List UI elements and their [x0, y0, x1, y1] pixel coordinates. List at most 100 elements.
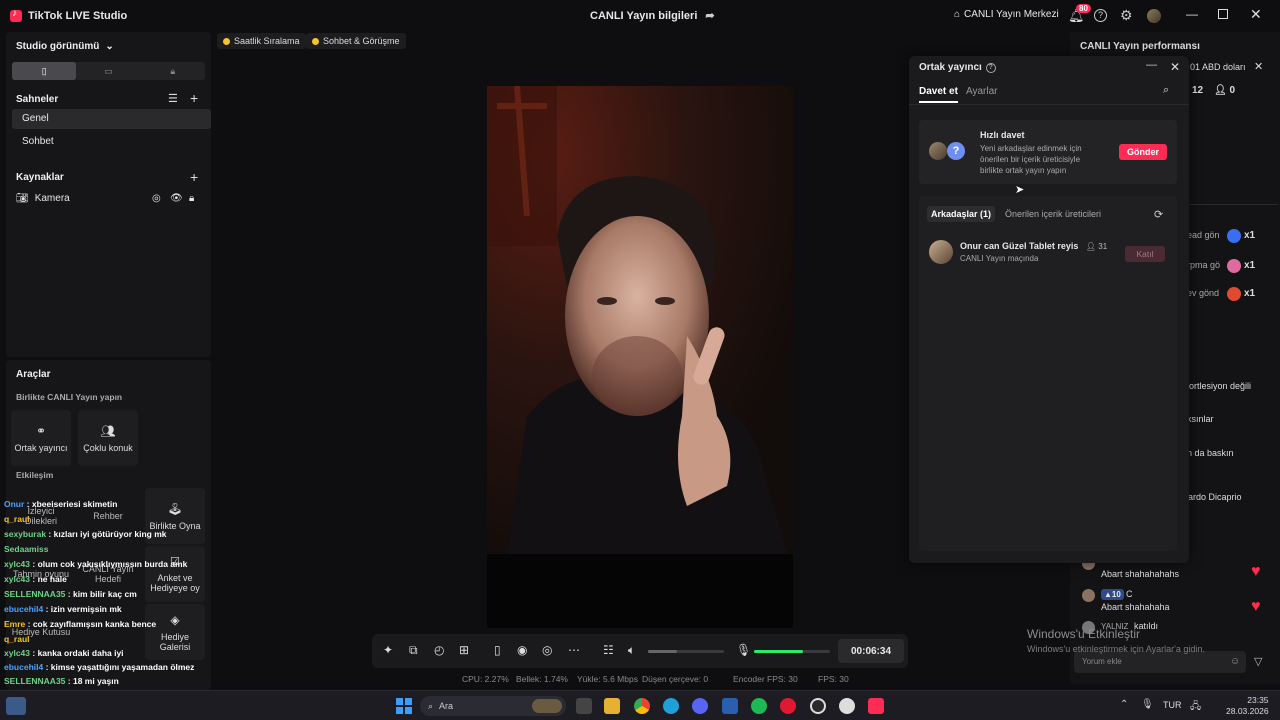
weather-icon[interactable] — [6, 697, 26, 715]
windows-start-icon[interactable] — [396, 698, 412, 714]
edge-icon[interactable] — [663, 698, 679, 714]
source-label: Kamera — [34, 193, 70, 204]
chat-username[interactable]: SELLENNAA35 — [4, 589, 65, 599]
file-explorer-icon[interactable] — [604, 698, 620, 714]
cohost-tool-button[interactable]: ⚭ Ortak yayıncı — [11, 410, 71, 466]
network-icon[interactable]: 🖧︎ — [1190, 699, 1201, 716]
search-icon[interactable]: ⌕ — [1163, 84, 1169, 97]
taskbar-search-placeholder: Ara — [439, 701, 454, 711]
close-perf-icon[interactable]: ✕ — [1254, 60, 1263, 73]
add-source-icon[interactable]: + — [190, 169, 198, 185]
live-info-button[interactable]: CANLI Yayın bilgileri ➦ — [590, 9, 715, 23]
close-dialog-icon[interactable]: ✕ — [1170, 60, 1180, 74]
list-icon[interactable]: ☰ — [168, 92, 178, 105]
chat-username[interactable]: xylc43 — [4, 574, 30, 584]
mic-slider[interactable] — [754, 650, 830, 653]
tab-friends[interactable]: Arkadaşlar (1) — [927, 206, 996, 222]
info-icon[interactable]: ? — [985, 62, 996, 73]
microphone-tray-icon[interactable]: 🎙︎ — [1141, 699, 1154, 710]
lock-icon[interactable]: 🔒︎ — [189, 193, 194, 204]
memory-stat: Bellek: 1.74% — [516, 674, 568, 684]
chevron-up-icon[interactable]: ⌃ — [1120, 699, 1128, 710]
chat-username[interactable]: ebucehil4 — [4, 604, 43, 614]
chat-username[interactable]: SELLENNAA35 — [4, 676, 65, 686]
taskbar-search[interactable]: ⌕ Ara — [420, 696, 566, 716]
tiktok-live-studio-icon[interactable] — [868, 698, 884, 714]
minimize-dialog-icon[interactable]: — — [1146, 59, 1157, 71]
portrait-view-tab[interactable]: ▯ — [12, 62, 77, 80]
screenshot-icon[interactable]: ◎ — [542, 643, 552, 657]
beauty-icon[interactable]: ◴ — [434, 643, 444, 657]
multi-guest-tool-button[interactable]: 👥︎ Çoklu konuk — [78, 410, 138, 466]
task-view-icon[interactable] — [576, 698, 592, 714]
settings-gear-icon[interactable]: ⚙ — [1120, 7, 1133, 24]
microphone-icon[interactable]: 🎙︎ — [736, 643, 751, 657]
chat-username[interactable]: xylc43 — [4, 559, 30, 569]
live-center-button[interactable]: ⌂ CANLI Yayın Merkezi — [954, 9, 1059, 20]
locked-view-tab[interactable]: 🔒︎ — [141, 62, 205, 80]
home-icon: ⌂ — [954, 9, 961, 20]
chat-message: Abart shahahaha — [1101, 602, 1170, 612]
maximize-icon[interactable] — [1218, 9, 1228, 19]
record-icon[interactable]: ◉ — [517, 643, 527, 657]
close-window-icon[interactable]: ✕ — [1250, 6, 1262, 23]
opera-icon[interactable] — [780, 698, 796, 714]
ranking-icon — [223, 37, 230, 45]
chat-username[interactable]: sexyburak — [4, 529, 46, 539]
studio-view-dropdown[interactable]: Studio görünümü ⌄ — [16, 41, 114, 52]
chat-username[interactable]: ebucehil4 — [4, 662, 43, 672]
chat-username[interactable]: xylc43 — [4, 648, 30, 658]
more-icon[interactable]: ⋯ — [568, 643, 580, 657]
emoji-icon[interactable]: ☺ — [1230, 656, 1240, 667]
refresh-icon[interactable]: ⟳ — [1154, 208, 1163, 221]
tab-settings[interactable]: Ayarlar — [966, 86, 998, 97]
help-icon[interactable]: ? — [1094, 9, 1107, 22]
avatar[interactable] — [1147, 9, 1161, 23]
scenes-title: Sahneler — [16, 94, 59, 105]
eye-icon[interactable]: 👁︎ — [170, 193, 183, 204]
spotify-icon[interactable] — [751, 698, 767, 714]
filter-icon[interactable]: ▽ — [1254, 655, 1262, 668]
chat-call-chip[interactable]: Sohbet & Görüşme — [306, 33, 406, 49]
scene-item-genel[interactable]: Genel — [12, 109, 211, 129]
chat-username[interactable]: q_raul — [4, 514, 30, 524]
scene-item-sohbet[interactable]: Sohbet — [12, 132, 211, 152]
add-scene-icon[interactable]: + — [190, 90, 198, 106]
join-button[interactable]: Katıl — [1125, 246, 1165, 262]
chat-separator: : — [30, 574, 38, 584]
volume-slider[interactable] — [648, 650, 724, 653]
avatar — [929, 142, 947, 160]
search-icon: ⌕ — [428, 700, 434, 711]
source-item-camera[interactable]: 📷︎ Kamera — [16, 193, 70, 204]
clock[interactable]: 23:35 28.03.2026 — [1226, 695, 1269, 717]
hourly-ranking-chip[interactable]: Saatlik Sıralama — [217, 33, 306, 49]
chat-username[interactable]: q_raul — [4, 634, 30, 644]
search-highlight-icon — [532, 699, 562, 713]
xbox-icon[interactable] — [810, 698, 826, 714]
chat-username[interactable]: Sedaamiss — [4, 544, 48, 554]
effects-icon[interactable]: ⧉ — [409, 643, 418, 658]
app-icon[interactable] — [722, 698, 738, 714]
chat-username[interactable]: Emre — [4, 619, 25, 629]
comment-input[interactable]: Yorum ekle — [1074, 651, 1246, 673]
gift-gallery-tool[interactable]: ◈ Hediye Galerisi — [145, 604, 205, 660]
language-indicator[interactable]: TUR — [1163, 700, 1182, 710]
minimize-icon[interactable]: — — [1186, 7, 1198, 21]
landscape-view-tab[interactable]: ▭ — [76, 62, 140, 80]
magic-wand-icon[interactable]: ✦ — [383, 643, 393, 657]
speaker-icon[interactable]: 🔈︎ — [628, 643, 635, 658]
chrome-icon[interactable] — [634, 698, 650, 714]
steam-icon[interactable] — [839, 698, 855, 714]
poll-tool[interactable]: ☑ Anket ve Hediyeye oy — [145, 546, 205, 602]
send-invite-button[interactable]: Gönder — [1119, 144, 1167, 160]
camera-preview[interactable] — [487, 86, 793, 554]
tab-suggested-creators[interactable]: Önerilen içerik üreticileri — [1001, 206, 1105, 222]
add-media-icon[interactable]: ⊞ — [459, 643, 469, 657]
crosshair-icon[interactable]: ◎ — [152, 193, 161, 204]
tab-invite[interactable]: Davet et — [919, 86, 958, 103]
discord-icon[interactable] — [692, 698, 708, 714]
phone-icon[interactable]: ▯ — [494, 643, 501, 657]
chat-username[interactable]: Onur — [4, 499, 24, 509]
audio-settings-icon[interactable]: ☷ — [603, 643, 614, 657]
chat-separator: : — [43, 604, 51, 614]
